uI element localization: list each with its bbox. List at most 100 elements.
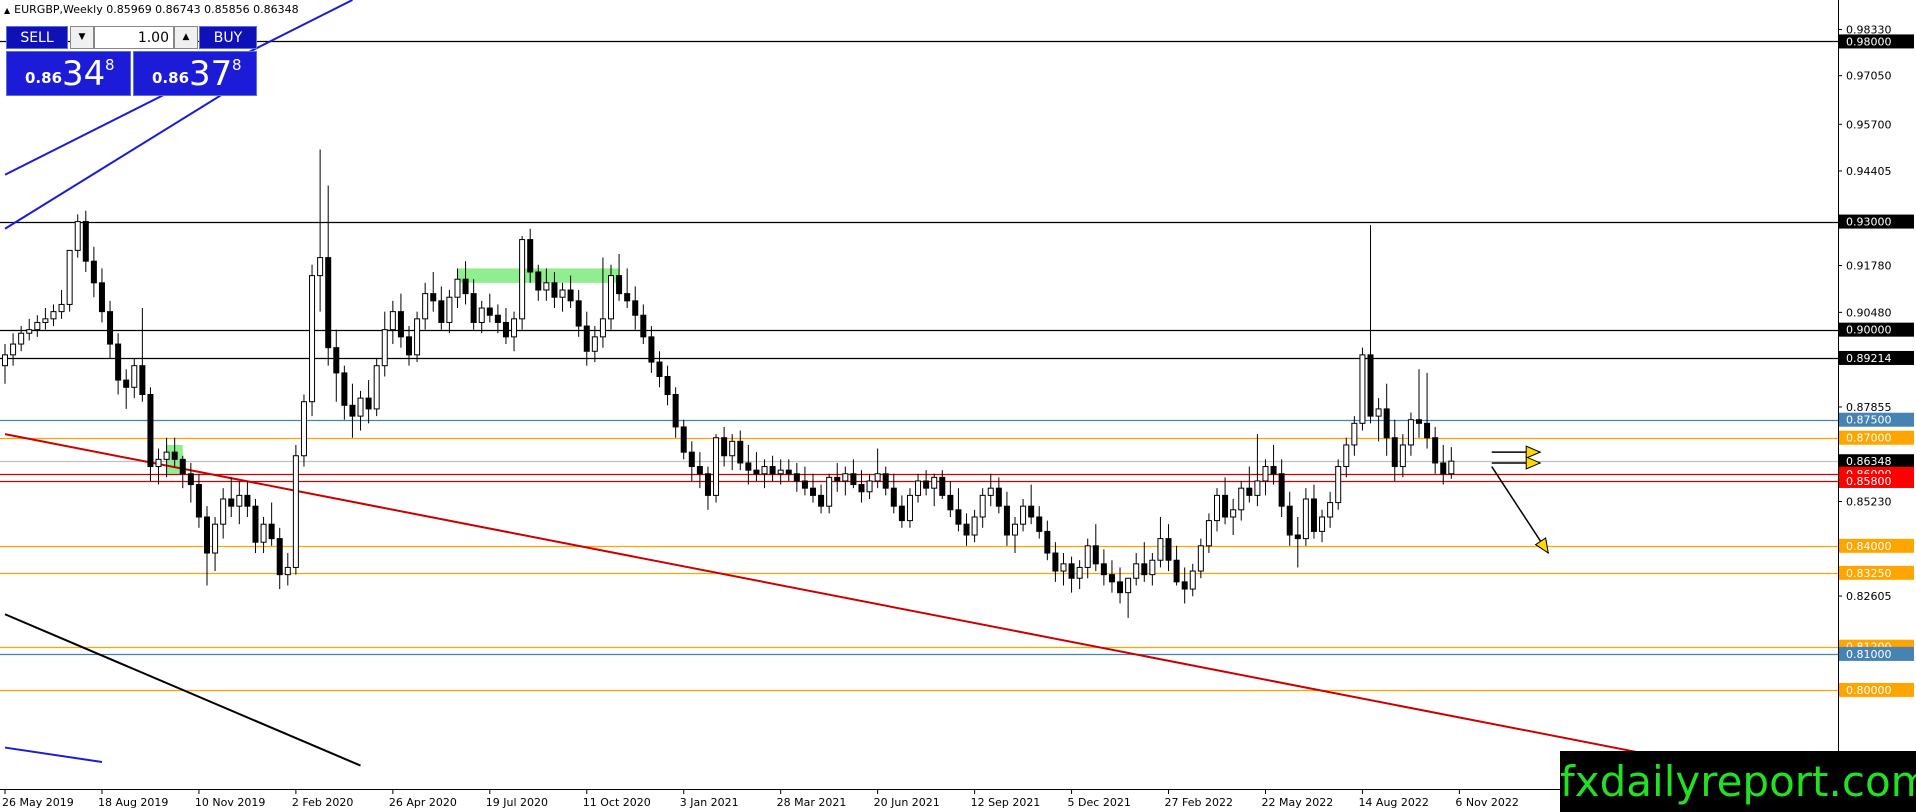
horizontal-levels-layer — [0, 40, 1838, 692]
level-label-text: 0.87000 — [1846, 432, 1892, 445]
bull-candle — [591, 336, 598, 352]
bear-candle — [898, 505, 905, 522]
price-chart[interactable]: 0.983300.970500.957000.944050.917800.904… — [0, 0, 1916, 812]
bull-candle — [414, 318, 421, 356]
bull-candle — [1351, 422, 1358, 446]
level-label-text: 0.80000 — [1846, 684, 1892, 697]
bull-candle — [42, 318, 49, 323]
bull-candle — [842, 473, 849, 482]
bear-candle — [688, 451, 695, 468]
collapse-triangle-icon[interactable]: ▲ — [4, 6, 10, 15]
bear-candle — [1003, 505, 1010, 536]
level-label-text: 0.89214 — [1846, 352, 1892, 365]
time-tick-label: 19 Jul 2020 — [486, 796, 548, 809]
bear-candle — [624, 293, 631, 302]
bear-candle — [1181, 581, 1188, 590]
bear-candle — [115, 343, 122, 381]
bull-candle — [66, 249, 73, 305]
bull-candle — [971, 516, 978, 536]
bear-candle — [1044, 530, 1051, 554]
time-tick-label: 28 Mar 2021 — [777, 796, 847, 809]
one-click-trading-panel: SELL ▼ 1.00 ▲ BUY 0.86 34 8 0.86 37 8 — [6, 26, 257, 96]
bull-candle — [1020, 505, 1027, 525]
bear-candle — [664, 375, 671, 395]
bear-candle — [1068, 563, 1075, 579]
bull-candle — [284, 566, 291, 576]
bear-candle — [325, 257, 332, 349]
time-tick-label: 18 Aug 2019 — [98, 796, 168, 809]
arrow-head — [1534, 537, 1549, 555]
level-label-text: 0.86348 — [1846, 455, 1892, 468]
bear-candle — [276, 538, 283, 576]
bear-candle — [139, 365, 146, 395]
bear-candle — [527, 239, 534, 273]
time-tick-label: 26 Apr 2020 — [389, 796, 457, 809]
time-tick-label: 10 Nov 2019 — [195, 796, 265, 809]
bid-price-prefix: 0.86 — [25, 69, 63, 87]
lot-decrease-icon[interactable]: ▼ — [70, 26, 94, 49]
ask-price-button[interactable]: 0.86 37 8 — [133, 51, 257, 96]
bull-candle — [1189, 570, 1196, 590]
bull-candle — [317, 257, 324, 277]
bull-candle — [543, 282, 550, 291]
bull-candle — [1238, 487, 1245, 511]
bear-candle — [365, 397, 372, 410]
bull-candle — [422, 293, 429, 320]
bear-candle — [551, 282, 558, 298]
bear-candle — [834, 476, 841, 482]
bull-candle — [826, 476, 833, 507]
sell-button[interactable]: SELL — [6, 26, 68, 49]
bull-candle — [1125, 577, 1132, 594]
trendline — [4, 73, 257, 230]
bull-candle — [519, 239, 526, 320]
bull-candle — [446, 296, 453, 323]
candles-layer — [2, 149, 1455, 618]
bear-candle — [1270, 466, 1277, 475]
bull-candle — [1407, 419, 1414, 446]
bear-candle — [1222, 494, 1229, 518]
lot-increase-icon[interactable]: ▲ — [174, 26, 198, 49]
time-tick-label: 27 Feb 2022 — [1165, 796, 1233, 809]
bear-candle — [1141, 563, 1148, 576]
time-tick-label: 20 Jun 2021 — [874, 796, 940, 809]
bull-candle — [50, 311, 57, 320]
bear-candle — [494, 314, 501, 323]
bull-candle — [915, 480, 922, 496]
zones-layer — [166, 268, 620, 474]
time-tick-label: 3 Jan 2021 — [680, 796, 739, 809]
bear-candle — [1391, 437, 1398, 468]
bear-candle — [769, 466, 776, 475]
bid-price-button[interactable]: 0.86 34 8 — [6, 51, 131, 96]
time-axis[interactable]: 26 May 2019 18 Aug 2019 10 Nov 2019 2 Feb 2… — [2, 789, 1519, 809]
bear-candle — [575, 300, 582, 327]
bull-candle — [1214, 494, 1220, 522]
bear-candle — [107, 311, 114, 345]
bear-candle — [1108, 574, 1115, 583]
bear-candle — [244, 494, 251, 507]
bull-candle — [58, 303, 65, 313]
time-tick-label: 14 Aug 2022 — [1358, 796, 1428, 809]
bear-candle — [1383, 408, 1390, 439]
bull-candle — [761, 466, 768, 475]
bull-candle — [1076, 566, 1083, 579]
ask-price-prefix: 0.86 — [152, 69, 190, 87]
bull-candle — [1084, 545, 1091, 568]
bear-candle — [204, 516, 210, 554]
bull-candle — [26, 329, 33, 334]
bull-candle — [236, 494, 243, 507]
buy-button[interactable]: BUY — [199, 26, 257, 49]
bear-candle — [430, 293, 437, 302]
lot-size-input[interactable]: 1.00 — [94, 26, 174, 49]
bull-candle — [1133, 563, 1140, 579]
bull-candle — [608, 275, 614, 320]
bear-candle — [704, 473, 711, 496]
level-label-text: 0.87500 — [1846, 414, 1892, 427]
time-tick-label: 2 Feb 2020 — [292, 796, 353, 809]
bull-candle — [381, 329, 388, 367]
bid-price-pips: 34 — [62, 54, 106, 94]
bear-candle — [632, 300, 639, 316]
bull-candle — [1149, 559, 1156, 576]
bear-candle — [1432, 437, 1439, 464]
bear-candle — [672, 394, 679, 428]
trendlines-layer — [4, 0, 1670, 767]
